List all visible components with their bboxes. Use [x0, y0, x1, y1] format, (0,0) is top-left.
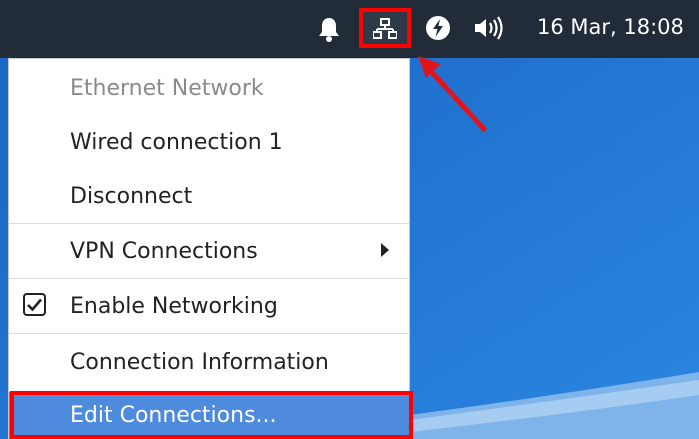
annotation-arrow [418, 56, 487, 132]
